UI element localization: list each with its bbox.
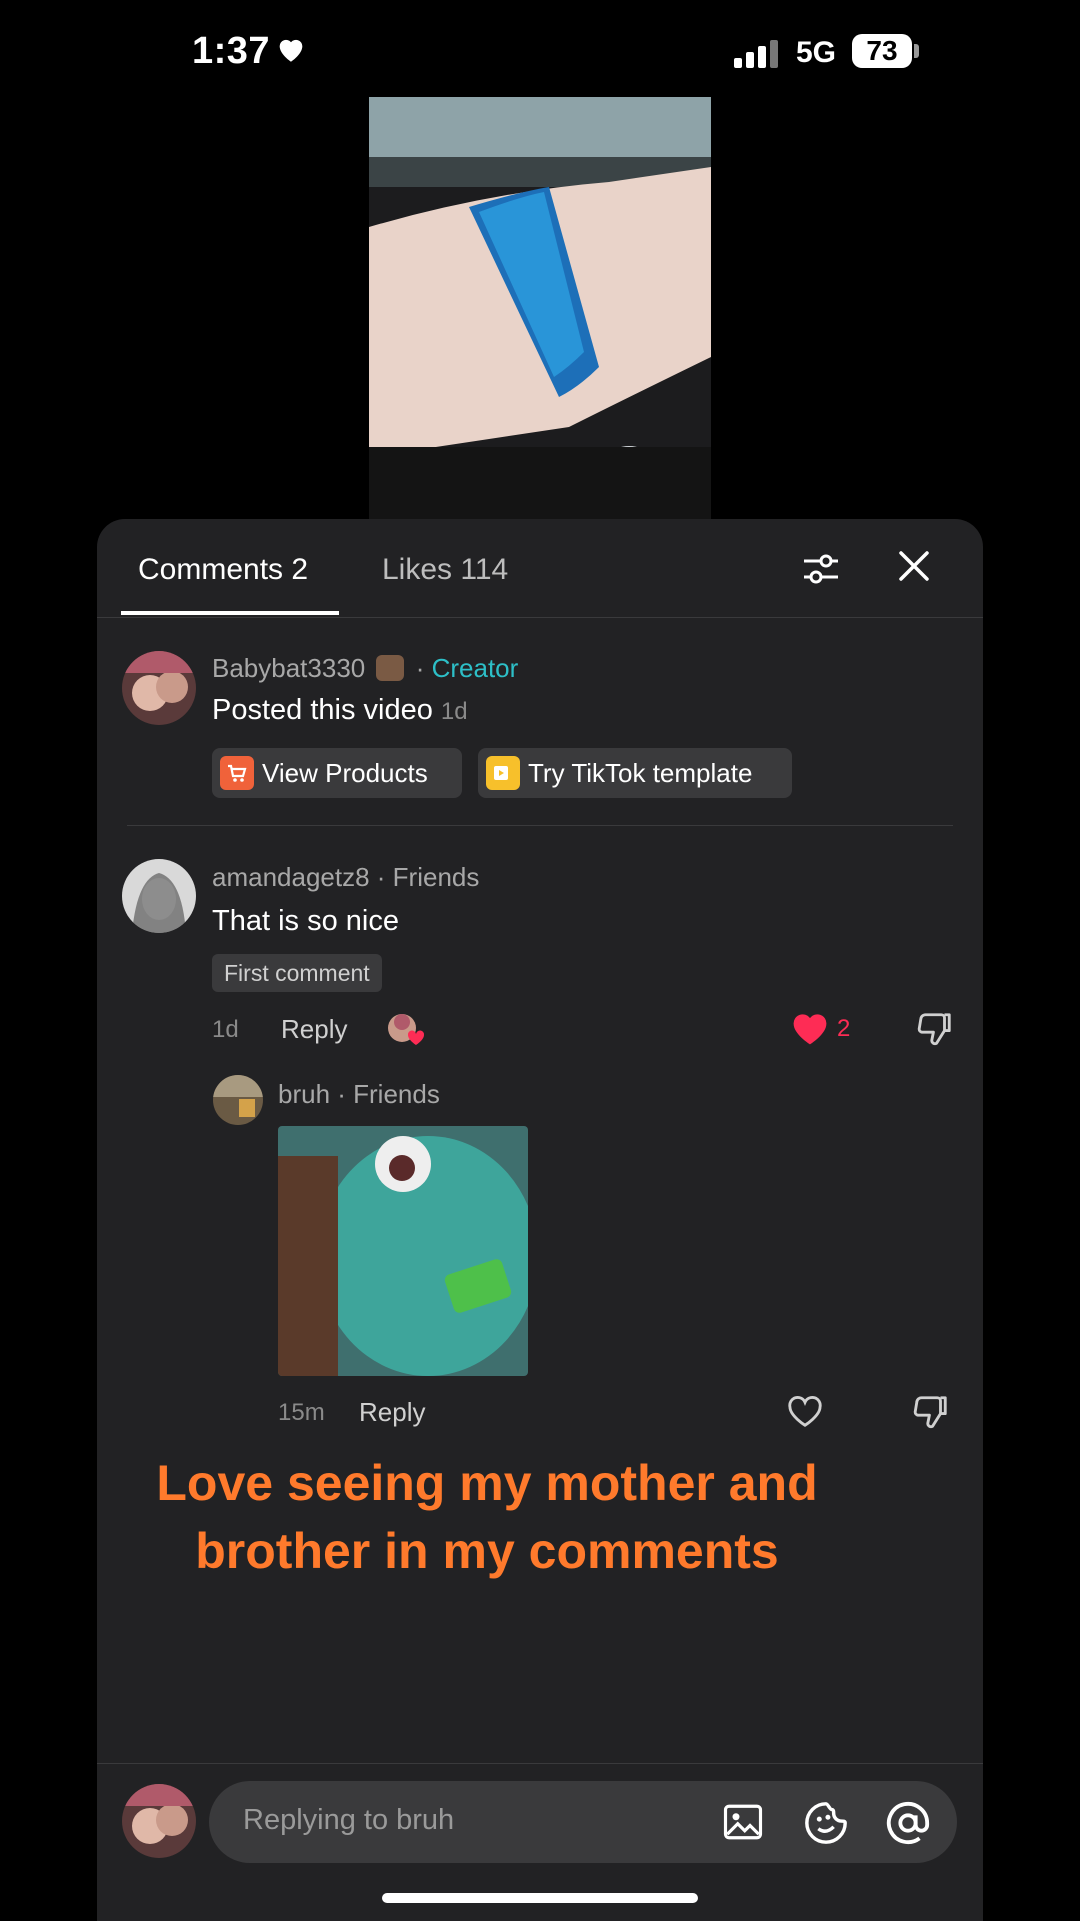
like-filled-icon[interactable] — [790, 1010, 830, 1046]
comments-sheet: Comments 2 Likes 114 — [97, 519, 983, 1920]
template-icon — [486, 756, 520, 790]
filter-icon[interactable] — [801, 549, 841, 589]
comment-input-placeholder: Replying to bruh — [243, 1804, 455, 1836]
heart-icon — [279, 39, 303, 62]
dislike-icon[interactable] — [912, 1393, 950, 1431]
dislike-icon[interactable] — [916, 1010, 954, 1048]
status-bar: 1:37 5G 73 — [0, 0, 1080, 100]
comment-input[interactable]: Replying to bruh — [209, 1781, 957, 1863]
creator-post-message: Posted this video — [212, 694, 433, 726]
image-icon[interactable] — [721, 1801, 765, 1843]
my-avatar[interactable] — [122, 1784, 196, 1858]
like-outline-icon[interactable] — [786, 1393, 824, 1429]
active-tab-indicator — [121, 611, 339, 615]
signal-icon — [734, 40, 778, 68]
battery-indicator: 73 — [852, 34, 912, 68]
creator-emoji-icon — [376, 655, 405, 681]
home-indicator — [382, 1893, 698, 1903]
reply1-username[interactable]: bruh · Friends — [278, 1079, 440, 1110]
view-products-button[interactable]: View Products — [212, 748, 462, 798]
meta-separator: · — [408, 653, 432, 683]
comment1-username[interactable]: amandagetz8 · Friends — [212, 862, 479, 893]
sticker-icon[interactable] — [803, 1800, 849, 1846]
tab-comments[interactable]: Comments 2 — [138, 553, 308, 587]
reply-sticker-image[interactable] — [278, 1126, 528, 1376]
creator-meta: Babybat3330 · Creator — [212, 653, 518, 684]
cart-icon — [220, 756, 254, 790]
battery-cap — [914, 44, 919, 58]
reply-avatar[interactable] — [213, 1075, 263, 1125]
comment1-time: 1d — [212, 1016, 239, 1043]
comments-tabs: Comments 2 Likes 114 — [97, 519, 983, 618]
comment1-like-count: 2 — [837, 1015, 851, 1042]
try-template-label: Try TikTok template — [528, 757, 753, 788]
tab-likes[interactable]: Likes 114 — [382, 553, 508, 587]
comment-divider — [127, 825, 953, 826]
close-icon[interactable] — [897, 549, 931, 583]
reply1-reply-button[interactable]: Reply — [359, 1397, 425, 1428]
mention-icon[interactable] — [885, 1800, 931, 1846]
creator-post-time: 1d — [440, 698, 468, 725]
creator-liked-avatar-icon — [388, 1014, 425, 1045]
status-time: 1:37 — [192, 30, 271, 72]
video-preview[interactable] — [369, 97, 711, 520]
creator-username[interactable]: Babybat3330 — [212, 653, 365, 683]
commenter-avatar[interactable] — [122, 859, 196, 933]
creator-role: Creator — [431, 653, 519, 683]
first-comment-badge: First comment — [212, 954, 382, 992]
network-label: 5G — [796, 36, 837, 69]
caption-line-1: Love seeing my mother and — [156, 1455, 818, 1511]
reply1-time: 15m — [278, 1399, 325, 1426]
view-products-label: View Products — [262, 757, 428, 788]
comment1-reply-button[interactable]: Reply — [281, 1014, 347, 1045]
caption-line-2: brother in my comments — [195, 1523, 779, 1579]
creator-avatar[interactable] — [122, 651, 196, 725]
creator-post-text: Posted this video 1d — [212, 694, 468, 727]
comment1-text: That is so nice — [212, 905, 399, 937]
video-thumbnail-image — [369, 97, 711, 520]
try-template-button[interactable]: Try TikTok template — [478, 748, 792, 798]
